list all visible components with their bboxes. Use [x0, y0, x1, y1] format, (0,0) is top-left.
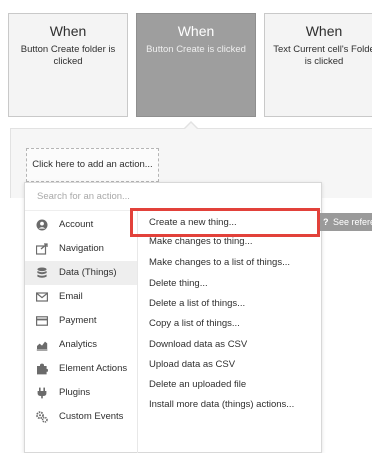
action-delete-list-of-things[interactable]: Delete a list of things...	[149, 297, 245, 311]
event-when-label: When	[177, 23, 215, 39]
category-analytics[interactable]: Analytics	[25, 333, 137, 357]
account-icon	[36, 219, 48, 231]
action-upload-csv[interactable]: Upload data as CSV	[149, 358, 235, 372]
action-delete-thing[interactable]: Delete thing...	[149, 277, 208, 291]
event-card-current-cell[interactable]: When Text Current cell's Folde is clicke…	[264, 13, 372, 117]
category-navigation[interactable]: Navigation	[25, 237, 137, 261]
event-card-create[interactable]: When Button Create is clicked	[136, 13, 256, 117]
action-delete-uploaded-file[interactable]: Delete an uploaded file	[149, 378, 246, 392]
see-reference-label: See reference	[333, 217, 372, 227]
event-when-label: When	[305, 23, 343, 39]
plug-icon	[36, 387, 48, 399]
credit-card-icon	[36, 315, 48, 327]
action-install-more-data-actions[interactable]: Install more data (things) actions...	[149, 398, 294, 412]
action-copy-list-of-things[interactable]: Copy a list of things...	[149, 317, 240, 331]
question-icon: ?	[323, 217, 329, 227]
category-account[interactable]: Account	[25, 213, 137, 237]
puzzle-icon	[36, 363, 48, 375]
category-payment[interactable]: Payment	[25, 309, 137, 333]
gears-icon	[36, 411, 48, 423]
email-icon	[36, 291, 48, 303]
action-make-changes-to-thing[interactable]: Make changes to thing...	[149, 235, 253, 249]
action-download-csv[interactable]: Download data as CSV	[149, 338, 247, 352]
action-make-changes-to-list[interactable]: Make changes to a list of things...	[149, 256, 290, 270]
category-data-things[interactable]: Data (Things)	[25, 261, 137, 285]
add-action-button[interactable]: Click here to add an action...	[26, 148, 159, 182]
see-reference-button[interactable]: ? See reference	[320, 213, 372, 231]
category-label: Analytics	[59, 339, 98, 350]
analytics-icon	[36, 339, 48, 351]
event-description: Text Current cell's Folde is clicked	[273, 44, 372, 67]
category-label: Email	[59, 291, 83, 302]
category-element-actions[interactable]: Element Actions	[25, 357, 137, 381]
category-list: Account Navigation Data (Things) Email P…	[25, 211, 138, 453]
panel-pointer-fill	[185, 123, 197, 129]
category-label: Account	[59, 219, 94, 230]
action-list: Create a new thing... Make changes to th…	[138, 211, 321, 453]
category-custom-events[interactable]: Custom Events	[25, 405, 137, 429]
category-label: Custom Events	[59, 411, 124, 422]
event-description: Button Create folder is clicked	[20, 44, 116, 67]
category-label: Payment	[59, 315, 97, 326]
database-icon	[36, 267, 48, 279]
highlight-box	[130, 208, 320, 237]
category-email[interactable]: Email	[25, 285, 137, 309]
navigation-icon	[36, 243, 48, 255]
event-description: Button Create is clicked	[146, 44, 246, 55]
event-card-create-folder[interactable]: When Button Create folder is clicked	[8, 13, 128, 117]
action-search-input[interactable]	[25, 183, 321, 211]
category-label: Data (Things)	[59, 267, 117, 278]
category-plugins[interactable]: Plugins	[25, 381, 137, 405]
category-label: Element Actions	[59, 363, 128, 374]
category-label: Navigation	[59, 243, 104, 254]
category-label: Plugins	[59, 387, 91, 398]
event-when-label: When	[49, 23, 87, 39]
